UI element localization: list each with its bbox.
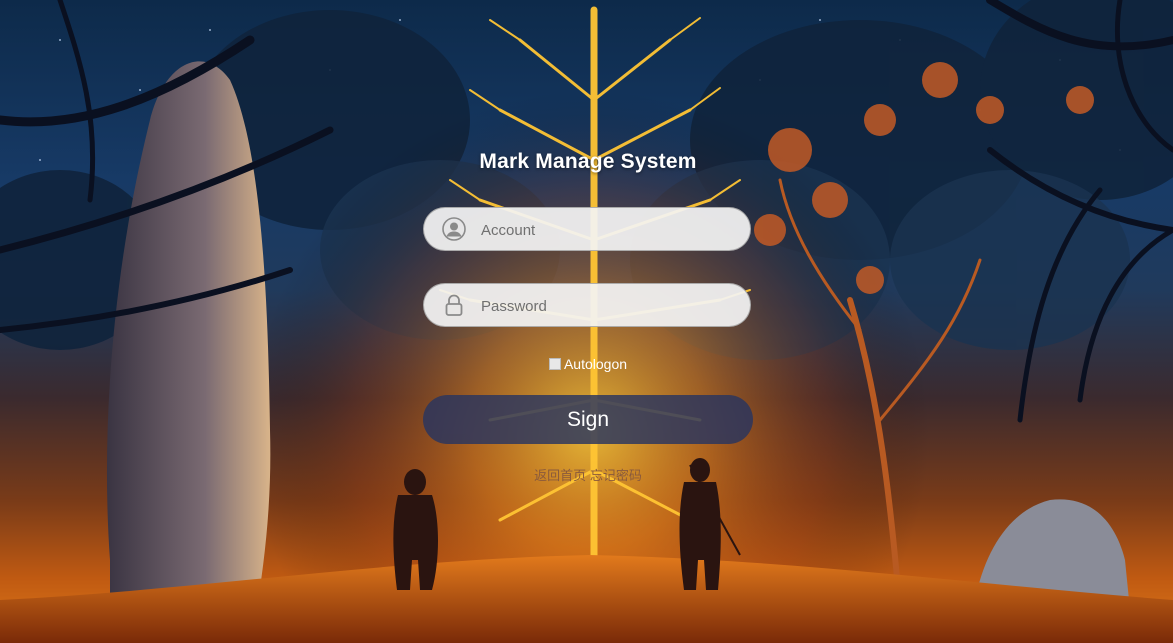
forgot-password-link[interactable]: 忘记密码: [590, 468, 642, 483]
autologon-option[interactable]: Autologon: [423, 356, 753, 372]
lock-icon: [445, 294, 463, 316]
sign-button[interactable]: Sign: [423, 395, 753, 444]
password-field[interactable]: [423, 283, 751, 328]
login-page: Mark Manage System Autologon Sign 返回首页 忘…: [0, 0, 1173, 643]
password-input[interactable]: [479, 284, 743, 328]
app-title: Mark Manage System: [479, 150, 697, 173]
account-field[interactable]: [423, 207, 751, 252]
autologon-checkbox[interactable]: [548, 358, 561, 370]
footer-links: 返回首页 忘记密码: [423, 465, 753, 484]
autologon-label: Autologon: [563, 356, 628, 372]
user-icon: [442, 217, 466, 241]
back-home-link[interactable]: 返回首页: [534, 468, 586, 483]
account-input[interactable]: [479, 208, 743, 252]
